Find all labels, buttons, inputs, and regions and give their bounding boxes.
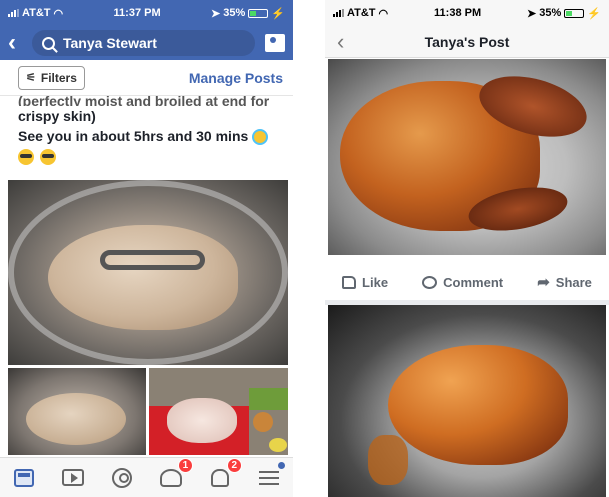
nerd-emoji-icon [18, 149, 34, 166]
status-time: 11:37 PM [113, 7, 161, 19]
search-icon [42, 36, 55, 50]
notifications-badge: 2 [226, 457, 242, 473]
turkey-in-pan-photo[interactable] [8, 180, 288, 365]
signal-icon [333, 9, 344, 17]
facebook-header: ‹ Tanya Stewart [0, 26, 293, 60]
post-text: (perfectly moist and broiled at end for … [0, 94, 293, 166]
location-arrow-icon: ➤ [211, 7, 221, 20]
back-chevron-icon[interactable]: ‹ [8, 31, 22, 55]
tab-menu[interactable] [256, 461, 285, 491]
post-text-line: crispy skin) [18, 108, 96, 124]
tab-groups[interactable]: 1 [158, 457, 193, 491]
tab-notifications[interactable]: 2 [207, 457, 242, 491]
roasted-turkey-photo[interactable] [328, 59, 606, 255]
status-bar: AT&T ◠ 11:37 PM ➤ 35% ⚡ [0, 0, 293, 26]
signal-icon [8, 9, 19, 17]
carrier-label: AT&T [22, 7, 51, 19]
charging-icon: ⚡ [271, 7, 285, 20]
search-input[interactable]: Tanya Stewart [32, 30, 255, 56]
post-header: ‹ Tanya's Post [325, 26, 609, 58]
post-text-line: See you in about 5hrs and 30 mins [18, 128, 249, 144]
back-chevron-icon[interactable]: ‹ [337, 29, 344, 55]
menu-dot [277, 461, 285, 469]
left-phone-screen: AT&T ◠ 11:37 PM ➤ 35% ⚡ ‹ Tanya Stewart … [0, 0, 293, 497]
filters-row: ⚟ Filters Manage Posts [0, 60, 293, 96]
wifi-icon: ◠ [378, 7, 389, 20]
comment-label: Comment [443, 274, 504, 290]
turkey-seasoned-photo[interactable] [8, 368, 146, 455]
profile-card-icon[interactable] [265, 34, 285, 52]
sliders-icon: ⚟ [26, 72, 36, 84]
share-button[interactable]: ➦ Share [537, 273, 592, 291]
tab-profile[interactable] [109, 465, 135, 491]
comment-button[interactable]: Comment [422, 275, 503, 290]
menu-icon [258, 470, 279, 485]
location-arrow-icon: ➤ [527, 7, 537, 20]
battery-percent: 35% [223, 7, 246, 19]
groups-icon [159, 468, 182, 487]
battery-icon [564, 8, 585, 18]
filters-label: Filters [40, 70, 77, 85]
bell-icon [210, 468, 229, 487]
angel-emoji-icon [252, 129, 269, 146]
like-label: Like [362, 274, 389, 290]
search-value: Tanya Stewart [63, 35, 157, 51]
profile-icon [112, 467, 133, 488]
charging-icon: ⚡ [587, 7, 601, 20]
battery-icon [248, 8, 269, 18]
share-arrow-icon: ➦ [537, 274, 550, 291]
groups-badge: 1 [177, 457, 193, 473]
post-actions: Like Comment ➦ Share [325, 268, 609, 296]
status-time: 11:38 PM [434, 7, 482, 19]
like-button[interactable]: Like [342, 275, 388, 290]
tab-news-feed[interactable] [11, 465, 37, 491]
filters-button[interactable]: ⚟ Filters [18, 65, 85, 90]
battery-percent: 35% [539, 7, 562, 19]
bottom-tab-bar: 1 2 [0, 457, 293, 497]
wifi-icon: ◠ [53, 7, 64, 20]
watch-play-icon [62, 469, 85, 486]
share-label: Share [555, 274, 592, 290]
right-phone-screen: AT&T ◠ 11:38 PM ➤ 35% ⚡ ‹ Tanya's Post L… [325, 0, 609, 497]
roasted-turkey-second-photo[interactable] [328, 305, 606, 497]
sunglasses-emoji-icon [39, 149, 56, 166]
tab-watch[interactable] [60, 465, 86, 491]
comment-bubble-icon [422, 275, 438, 289]
turkey-on-cutting-board-photo[interactable] [149, 368, 288, 455]
manage-posts-link[interactable]: Manage Posts [189, 70, 283, 86]
status-bar: AT&T ◠ 11:38 PM ➤ 35% ⚡ [325, 0, 609, 26]
post-text-partial-line: (perfectly moist and broiled at end for [18, 94, 270, 106]
news-feed-icon [14, 468, 35, 487]
page-title: Tanya's Post [424, 33, 510, 50]
carrier-label: AT&T [347, 7, 376, 19]
like-thumb-icon [342, 275, 357, 289]
